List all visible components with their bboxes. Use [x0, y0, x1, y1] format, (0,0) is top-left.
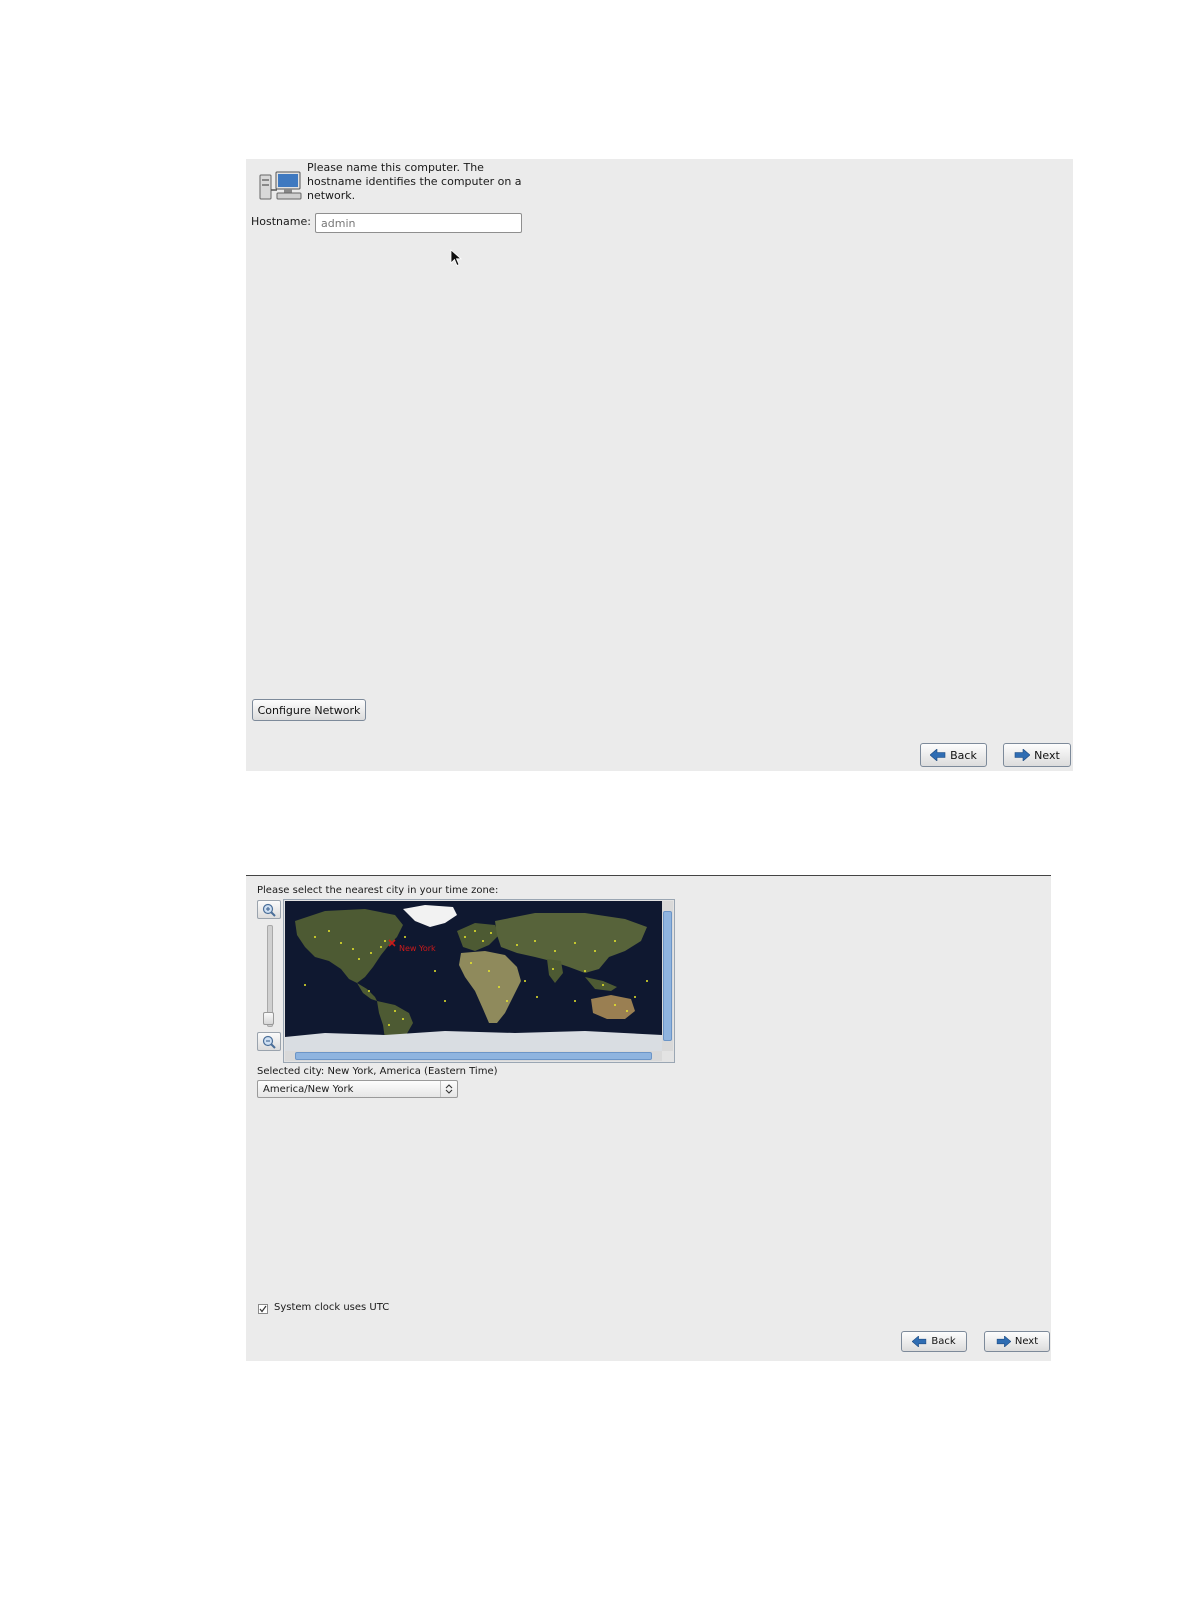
map-marker-label: New York	[399, 944, 436, 953]
chevron-updown-icon	[440, 1081, 457, 1097]
zoom-in-icon	[262, 903, 276, 917]
back-arrow-icon	[930, 749, 946, 761]
selected-city-text: Selected city: New York, America (Easter…	[257, 1066, 498, 1077]
next-label: Next	[1014, 1336, 1039, 1347]
back-button[interactable]: Back	[920, 743, 987, 767]
mouse-pointer-icon	[450, 249, 462, 267]
zoom-out-button[interactable]	[257, 1032, 281, 1051]
timezone-screen: Please select the nearest city in your t…	[246, 875, 1051, 1361]
timezone-prompt: Please select the nearest city in your t…	[257, 885, 499, 896]
configure-network-label: Configure Network	[257, 703, 361, 717]
zoom-out-icon	[262, 1035, 276, 1049]
next-arrow-icon	[1014, 749, 1031, 761]
antarctica	[285, 1031, 662, 1051]
map-horizontal-scroll-thumb[interactable]	[295, 1052, 652, 1060]
map-vertical-scroll-thumb[interactable]	[663, 911, 672, 1041]
utc-checkbox[interactable]	[258, 1304, 268, 1314]
hostname-label: Hostname:	[251, 215, 311, 228]
next-arrow-icon	[996, 1336, 1011, 1347]
utc-label: System clock uses UTC	[274, 1302, 390, 1313]
world-map[interactable]: New York	[285, 901, 662, 1051]
configure-network-button[interactable]: Configure Network	[252, 699, 366, 721]
map-vertical-scrollbar[interactable]	[662, 901, 673, 1051]
hostname-input[interactable]	[315, 213, 522, 233]
timezone-select[interactable]: America/New York	[257, 1080, 458, 1098]
checkmark-icon	[259, 1305, 267, 1313]
map-horizontal-scrollbar[interactable]	[285, 1051, 662, 1061]
next-button[interactable]: Next	[984, 1331, 1050, 1352]
back-button[interactable]: Back	[901, 1331, 967, 1352]
back-arrow-icon	[912, 1336, 927, 1347]
zoom-in-button[interactable]	[257, 900, 281, 919]
zoom-slider-thumb[interactable]	[263, 1012, 274, 1025]
timezone-select-value: America/New York	[263, 1083, 354, 1095]
network-computer-icon	[259, 171, 302, 200]
next-label: Next	[1034, 748, 1060, 762]
world-map-frame: New York	[283, 899, 675, 1063]
next-button[interactable]: Next	[1003, 743, 1071, 767]
hostname-description: Please name this computer. The hostname …	[307, 161, 522, 202]
back-label: Back	[931, 1336, 956, 1347]
back-label: Back	[950, 748, 977, 762]
hostname-screen: Please name this computer. The hostname …	[246, 159, 1073, 771]
